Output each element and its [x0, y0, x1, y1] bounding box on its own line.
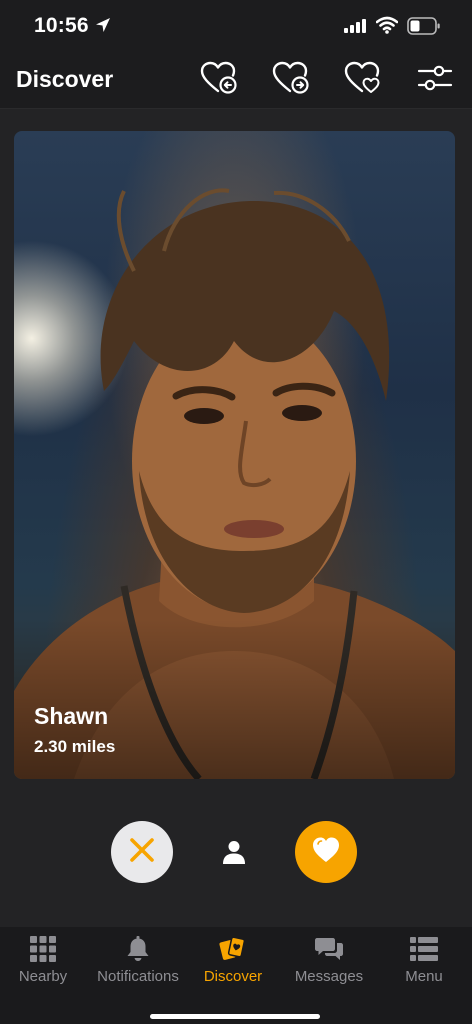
- heart-icon: [311, 836, 341, 869]
- profile-distance: 2.30 miles: [34, 737, 116, 756]
- tab-notifications[interactable]: Notifications: [91, 927, 185, 997]
- tab-label-messages: Messages: [294, 968, 364, 985]
- person-icon: [221, 839, 247, 870]
- liked-hearts-button[interactable]: [343, 60, 383, 100]
- app-header: Discover: [0, 54, 472, 108]
- battery-icon: [407, 16, 441, 41]
- bell-icon: [126, 935, 150, 963]
- heart-arrow-left-icon: [200, 61, 238, 100]
- tab-menu[interactable]: Menu: [377, 927, 471, 997]
- discover-content: Shawn 2.30 miles: [0, 109, 472, 927]
- tab-nearby[interactable]: Nearby: [0, 927, 90, 997]
- profile-card[interactable]: Shawn 2.30 miles: [14, 131, 455, 779]
- home-indicator: [150, 1014, 320, 1019]
- location-arrow-icon: [94, 16, 112, 39]
- heart-arrow-right-icon: [272, 61, 310, 100]
- like-button[interactable]: [295, 821, 357, 883]
- view-profile-button[interactable]: [214, 834, 254, 874]
- tab-label-menu: Menu: [405, 968, 443, 985]
- bottom-tab-bar: Nearby Notifications Discover Messages M…: [0, 927, 472, 1024]
- heart-arrow-left-button[interactable]: [199, 60, 239, 100]
- list-icon: [410, 935, 438, 963]
- heart-arrow-right-button[interactable]: [271, 60, 311, 100]
- tab-messages[interactable]: Messages: [282, 927, 376, 997]
- status-time: 10:56: [34, 14, 89, 37]
- pass-button[interactable]: [111, 821, 173, 883]
- cellular-signal-icon: [344, 19, 368, 38]
- cards-icon: [219, 935, 247, 963]
- wifi-icon: [375, 16, 399, 39]
- chat-bubbles-icon: [315, 935, 343, 963]
- grid-icon: [30, 935, 56, 963]
- page-title: Discover: [16, 66, 114, 92]
- tab-label-nearby: Nearby: [18, 968, 68, 985]
- tab-label-notifications: Notifications: [97, 968, 179, 985]
- profile-name: Shawn: [34, 703, 109, 729]
- tab-label-discover: Discover: [203, 968, 263, 985]
- status-bar: 10:56: [0, 0, 472, 54]
- x-icon: [128, 836, 156, 869]
- tab-discover[interactable]: Discover: [186, 927, 280, 997]
- heart-outline-icon: [344, 61, 382, 100]
- filter-button[interactable]: [415, 60, 455, 100]
- filter-sliders-icon: [417, 61, 453, 100]
